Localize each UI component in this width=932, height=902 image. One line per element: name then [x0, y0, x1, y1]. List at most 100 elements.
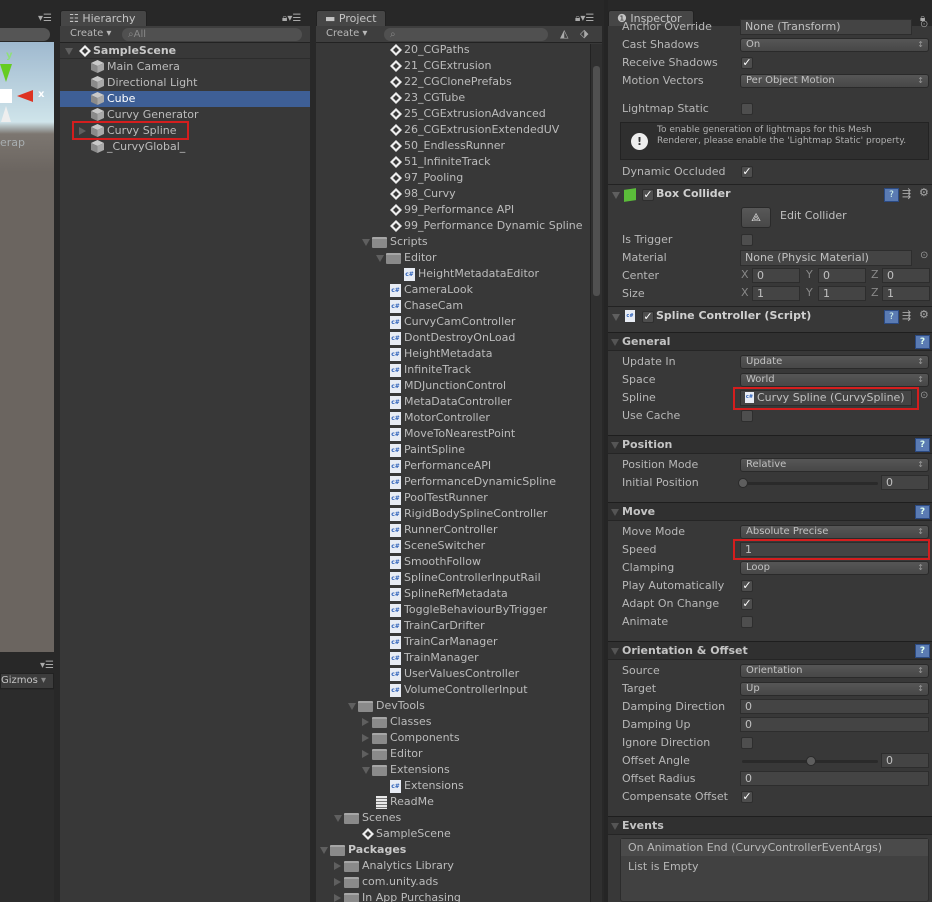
- material-object-field[interactable]: None (Physic Material): [740, 250, 912, 266]
- object-picker-icon[interactable]: ⊙: [920, 390, 928, 401]
- damping-direction-input[interactable]: 0: [740, 699, 929, 714]
- help-text: To enable generation of lightmaps for th…: [657, 125, 907, 146]
- offset-angle-slider-knob[interactable]: [806, 756, 816, 766]
- presets-icon[interactable]: ⇶: [902, 309, 911, 322]
- field-label: Size: [622, 287, 645, 300]
- offset-angle-input[interactable]: 0: [881, 753, 929, 768]
- cast-shadows-dropdown[interactable]: On: [740, 38, 929, 52]
- csharp-script-icon: c#: [625, 310, 635, 322]
- foldout-arrow-icon[interactable]: [611, 339, 619, 346]
- highlight-box: [733, 387, 919, 410]
- adapt-on-change-checkbox[interactable]: ✓: [741, 598, 753, 610]
- dynamic-occluded-checkbox[interactable]: ✓: [741, 166, 753, 178]
- field-label: Move Mode: [622, 525, 685, 538]
- edit-collider-label: Edit Collider: [780, 209, 847, 222]
- move-mode-dropdown[interactable]: Absolute Precise: [740, 525, 929, 539]
- field-label: Use Cache: [622, 409, 681, 422]
- inspector-left-border: [604, 0, 608, 902]
- center-y-input[interactable]: 0: [818, 268, 866, 283]
- component-header[interactable]: ✓ Box Collider? ⇶ ⚙: [608, 184, 932, 206]
- edit-collider-button[interactable]: ⟁: [741, 207, 771, 228]
- section-title: General: [622, 335, 671, 348]
- help-icon[interactable]: ?: [915, 438, 930, 452]
- center-z-input[interactable]: 0: [882, 268, 930, 283]
- foldout-arrow-icon[interactable]: [611, 648, 619, 655]
- initial-position-input[interactable]: 0: [881, 475, 929, 490]
- size-x-label: X: [741, 286, 749, 299]
- motion-vectors-dropdown[interactable]: Per Object Motion: [740, 74, 929, 88]
- field-label: Initial Position: [622, 476, 699, 489]
- section-header-orientation-offset[interactable]: Orientation & Offset?: [608, 641, 932, 660]
- section-title: Position: [622, 438, 673, 451]
- gear-icon[interactable]: ⚙: [919, 308, 929, 321]
- receive-shadows-checkbox[interactable]: ✓: [741, 57, 753, 69]
- foldout-arrow-icon[interactable]: [611, 509, 619, 516]
- highlight-box: [733, 539, 930, 560]
- space-dropdown[interactable]: World: [740, 373, 929, 387]
- section-header-move[interactable]: Move?: [608, 502, 932, 521]
- use-cache-checkbox[interactable]: [741, 410, 753, 422]
- inspector-lock-icon[interactable]: 🔒︎: [920, 13, 925, 24]
- field-label: Damping Up: [622, 718, 691, 731]
- object-picker-icon[interactable]: ⊙: [920, 250, 928, 261]
- help-icon[interactable]: ?: [915, 335, 930, 349]
- component-enabled-checkbox[interactable]: ✓: [642, 189, 654, 201]
- ignore-direction-checkbox[interactable]: [741, 737, 753, 749]
- anchor-override-object-field[interactable]: None (Transform): [740, 19, 912, 35]
- field-label: Is Trigger: [622, 233, 673, 246]
- foldout-arrow-icon[interactable]: [612, 314, 620, 321]
- size-x-input[interactable]: 1: [752, 286, 800, 301]
- events-list: On Animation End (CurvyControllerEventAr…: [620, 838, 929, 902]
- foldout-arrow-icon[interactable]: [611, 823, 619, 830]
- section-header-events[interactable]: Events: [608, 816, 932, 835]
- object-value: None (Transform): [745, 20, 841, 33]
- field-label: Target: [622, 682, 657, 695]
- object-value: None (Physic Material): [745, 251, 869, 264]
- field-label: Spline: [622, 391, 656, 404]
- damping-up-input[interactable]: 0: [740, 717, 929, 732]
- component-header[interactable]: c# ✓ Spline Controller (Script)? ⇶ ⚙: [608, 306, 932, 328]
- size-z-label: Z: [871, 286, 879, 299]
- help-icon[interactable]: ?: [915, 505, 930, 519]
- component-enabled-checkbox[interactable]: ✓: [642, 311, 654, 323]
- center-x-input[interactable]: 0: [752, 268, 800, 283]
- target-dropdown[interactable]: Up: [740, 682, 929, 696]
- source-dropdown[interactable]: Orientation: [740, 664, 929, 678]
- field-label: Animate: [622, 615, 669, 628]
- section-title: Move: [622, 505, 656, 518]
- section-title: Orientation & Offset: [622, 644, 748, 657]
- events-title: On Animation End (CurvyControllerEventAr…: [621, 839, 928, 856]
- field-label: Dynamic Occluded: [622, 165, 726, 178]
- gear-icon[interactable]: ⚙: [919, 186, 929, 199]
- field-label: Damping Direction: [622, 700, 726, 713]
- update-in-dropdown[interactable]: Update: [740, 355, 929, 369]
- compensate-offset-checkbox[interactable]: ✓: [741, 791, 753, 803]
- section-header-position[interactable]: Position?: [608, 435, 932, 454]
- size-z-input[interactable]: 1: [882, 286, 930, 301]
- component-title: Spline Controller (Script): [656, 309, 812, 322]
- position-mode-dropdown[interactable]: Relative: [740, 458, 929, 472]
- foldout-arrow-icon[interactable]: [612, 192, 620, 199]
- field-label: Speed: [622, 543, 657, 556]
- help-icon[interactable]: ?: [884, 310, 899, 324]
- help-icon[interactable]: ?: [915, 644, 930, 658]
- play-automatically-checkbox[interactable]: ✓: [741, 580, 753, 592]
- field-label: Center: [622, 269, 660, 282]
- presets-icon[interactable]: ⇶: [902, 187, 911, 200]
- field-label: Update In: [622, 355, 676, 368]
- lightmap-static-checkbox[interactable]: [741, 103, 753, 115]
- initial-position-slider-track[interactable]: [742, 482, 878, 485]
- foldout-arrow-icon[interactable]: [611, 442, 619, 449]
- clamping-dropdown[interactable]: Loop: [740, 561, 929, 575]
- initial-position-slider-knob[interactable]: [738, 478, 748, 488]
- field-label: Offset Radius: [622, 772, 696, 785]
- size-y-input[interactable]: 1: [818, 286, 866, 301]
- field-label: Space: [622, 373, 656, 386]
- help-icon[interactable]: ?: [884, 188, 899, 202]
- field-label: Motion Vectors: [622, 74, 704, 87]
- offset-radius-input[interactable]: 0: [740, 771, 929, 786]
- lightmap-help-box: ! To enable generation of lightmaps for t…: [620, 122, 929, 160]
- animate-checkbox[interactable]: [741, 616, 753, 628]
- section-header-general[interactable]: General?: [608, 332, 932, 351]
- is-trigger-checkbox[interactable]: [741, 234, 753, 246]
